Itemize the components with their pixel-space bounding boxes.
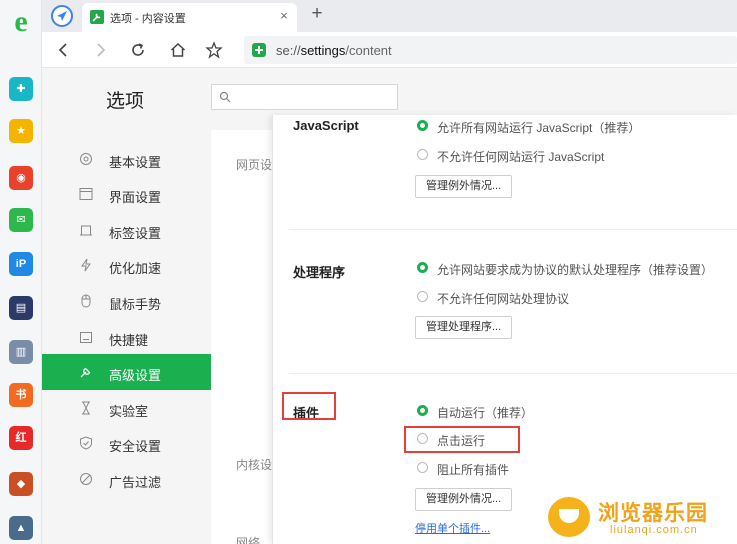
sidebar-item-7[interactable]: 高级设置 (42, 354, 211, 390)
javascript-allow-radio[interactable] (417, 120, 428, 131)
star-app-icon[interactable]: ★ (9, 119, 33, 143)
plugins-block-label: 阻止所有插件 (437, 463, 510, 477)
sidebar-item-label: 界面设置 (109, 190, 162, 205)
section-label-webpage: 网页设 (236, 158, 273, 172)
tab-strip: 选项 - 内容设置 × + (42, 0, 737, 32)
sidebar-item-label: 高级设置 (109, 368, 162, 383)
tab-title: 选项 - 内容设置 (110, 13, 186, 25)
game-app-icon[interactable]: ◆ (9, 472, 33, 496)
tab-icon (79, 223, 93, 237)
sidebar-item-6[interactable]: 快捷键 (42, 319, 211, 355)
weibo-app-icon[interactable]: ◉ (9, 166, 33, 190)
keyboard-icon (79, 330, 93, 344)
watermark-logo: 浏览器乐园 liulanqi.com.cn (548, 495, 734, 541)
ip-app-icon[interactable]: iP (9, 252, 33, 276)
plugins-auto-label: 自动运行（推荐） (437, 406, 534, 420)
app-rail: e ✚ ★ ◉ ✉ iP ▤ ▥ 书红 ◆ ▲ (0, 0, 42, 544)
redbook-app-icon[interactable]: 红 (9, 426, 33, 450)
content-settings-dialog: JavaScript 允许所有网站运行 JavaScript（推荐） 不允许任何… (272, 115, 737, 544)
mouse-icon (79, 294, 93, 308)
game2-app-icon[interactable]: ▲ (9, 516, 33, 540)
sidebar-item-1[interactable]: 基本设置 (42, 141, 211, 177)
secure-shield-icon (252, 43, 266, 57)
page-title: 选项 (106, 91, 145, 112)
handlers-allow-radio[interactable] (417, 262, 428, 273)
sidebar-item-8[interactable]: 实验室 (42, 390, 211, 426)
javascript-heading: JavaScript (293, 118, 359, 133)
tab-settings[interactable]: 选项 - 内容设置 × (82, 3, 297, 32)
compass-icon[interactable] (51, 5, 73, 27)
wrench-icon (79, 365, 93, 379)
settings-search-input[interactable] (211, 84, 398, 110)
divider (289, 373, 737, 374)
window-icon (79, 187, 93, 201)
plugins-click-highlight (404, 426, 520, 453)
sidebar-item-label: 标签设置 (109, 226, 162, 241)
disable-plugin-link[interactable]: 停用单个插件... (415, 520, 490, 536)
handlers-heading: 处理程序 (293, 265, 346, 280)
url-text: se://settings/content (276, 43, 392, 58)
plugins-heading-highlight (282, 392, 336, 420)
plugins-manage-button[interactable]: 管理例外情况... (415, 488, 513, 511)
handlers-allow-label: 允许网站要求成为协议的默认处理程序（推荐设置） (437, 263, 714, 277)
settings-favicon-icon (90, 10, 104, 24)
close-tab-icon[interactable]: × (276, 8, 292, 24)
watermark-en: liulanqi.com.cn (610, 524, 698, 536)
search-icon (219, 91, 231, 103)
sidebar-item-label: 快捷键 (109, 333, 149, 348)
sidebar-item-label: 基本设置 (109, 155, 162, 170)
block-icon (79, 472, 93, 486)
sidebar-item-label: 广告过滤 (109, 475, 162, 490)
hourglass-icon (79, 401, 93, 415)
cup-icon (548, 497, 590, 537)
sidebar-item-label: 优化加速 (109, 261, 162, 276)
shield-icon (79, 436, 93, 450)
javascript-allow-label: 允许所有网站运行 JavaScript（推荐） (437, 121, 641, 135)
sidebar-item-5[interactable]: 鼠标手势 (42, 283, 211, 319)
sidebar-item-label: 安全设置 (109, 439, 162, 454)
reload-button[interactable] (126, 38, 150, 62)
news-app-icon[interactable]: ▤ (9, 296, 33, 320)
sidebar-item-3[interactable]: 标签设置 (42, 212, 211, 248)
javascript-deny-label: 不允许任何网站运行 JavaScript (437, 150, 605, 164)
sidebar-item-2[interactable]: 界面设置 (42, 176, 211, 212)
new-tab-button[interactable]: + (306, 4, 328, 26)
bookmark-star-button[interactable] (202, 38, 226, 62)
handlers-deny-radio[interactable] (417, 291, 428, 302)
mail-app-icon[interactable]: ✉ (9, 208, 33, 232)
address-bar[interactable]: se://settings/content (244, 36, 737, 64)
handlers-deny-label: 不允许任何网站处理协议 (437, 292, 570, 306)
gear-icon (79, 152, 93, 166)
section-label-kernel: 内核设 (236, 458, 273, 472)
novel-app-icon[interactable]: 书 (9, 383, 33, 407)
javascript-deny-radio[interactable] (417, 149, 428, 160)
settings-sidebar: 基本设置界面设置标签设置优化加速鼠标手势快捷键高级设置实验室安全设置广告过滤 (42, 130, 211, 544)
plugins-block-radio[interactable] (417, 462, 428, 473)
sidebar-item-10[interactable]: 广告过滤 (42, 461, 211, 497)
sidebar-item-label: 鼠标手势 (109, 297, 162, 312)
plus-app-icon[interactable]: ✚ (9, 77, 33, 101)
toolbar: se://settings/content (42, 32, 737, 68)
back-button[interactable] (52, 38, 76, 62)
doc-app-icon[interactable]: ▥ (9, 340, 33, 364)
browser-logo-icon: e (14, 5, 28, 38)
forward-button[interactable] (88, 38, 112, 62)
divider (289, 229, 737, 230)
section-label-network: 网络 (236, 536, 261, 544)
lightning-icon (79, 258, 93, 272)
handlers-manage-button[interactable]: 管理处理程序... (415, 316, 513, 339)
javascript-manage-button[interactable]: 管理例外情况... (415, 175, 513, 198)
sidebar-item-9[interactable]: 安全设置 (42, 425, 211, 461)
sidebar-item-4[interactable]: 优化加速 (42, 247, 211, 283)
watermark-cn: 浏览器乐园 (598, 502, 708, 525)
sidebar-item-label: 实验室 (109, 404, 149, 419)
home-button[interactable] (166, 38, 190, 62)
plugins-auto-radio[interactable] (417, 405, 428, 416)
